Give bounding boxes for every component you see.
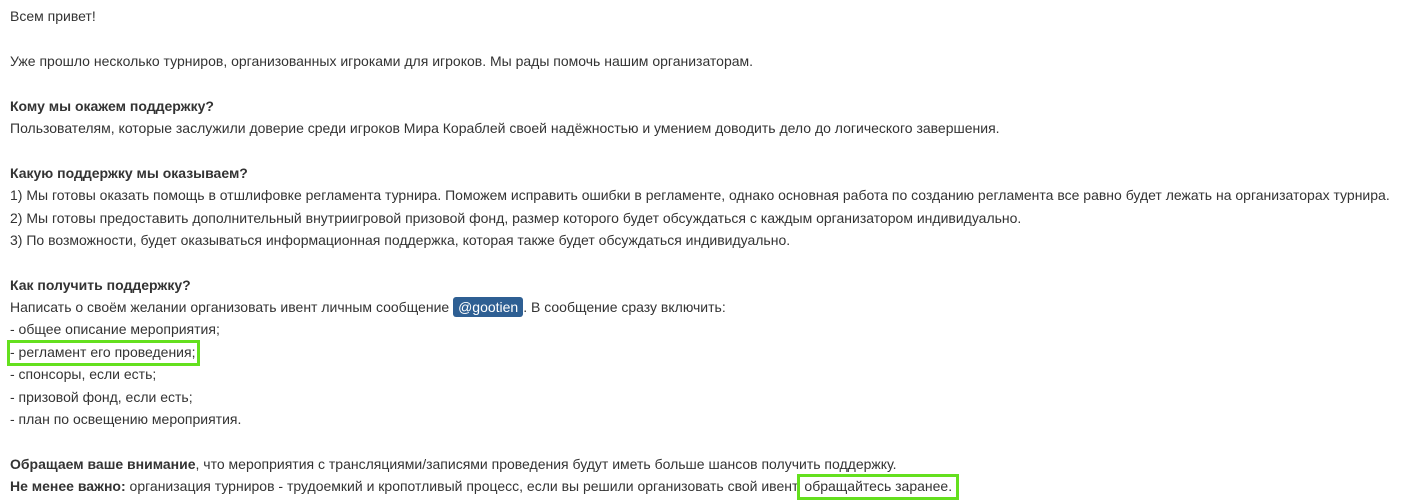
- how-item-2-highlighted: - регламент его проведения;: [6, 339, 201, 366]
- how-text: Написать о своём желании организовать ив…: [10, 296, 1422, 318]
- what-item-1: 1) Мы готовы оказать помощь в отшлифовке…: [10, 187, 1390, 204]
- how-item-2-wrap: - регламент его проведения;: [6, 339, 1422, 366]
- important-note: Не менее важно: организация турниров - т…: [10, 474, 1422, 501]
- who-heading: Кому мы окажем поддержку?: [10, 97, 214, 114]
- post-content: Всем привет! Уже прошло несколько турнир…: [6, 5, 1422, 501]
- important-end-highlighted: обращайтесь заранее.: [797, 474, 960, 501]
- attention-note: Обращаем ваше внимание, что мероприятия …: [10, 453, 1422, 475]
- how-item-3: - спонсоры, если есть;: [10, 366, 157, 383]
- attention-bold: Обращаем ваше внимание: [10, 455, 196, 472]
- how-text-after: . В сообщение сразу включить:: [523, 299, 726, 316]
- important-bold: Не менее важно:: [10, 478, 126, 495]
- user-mention-link[interactable]: @gootien: [453, 297, 524, 318]
- attention-text: , что мероприятия с трансляциями/записям…: [195, 455, 897, 472]
- what-item-3: 3) По возможности, будет оказываться инф…: [10, 231, 791, 248]
- important-text: организация турниров - трудоемкий и кроп…: [125, 478, 799, 495]
- intro-paragraph: Уже прошло несколько турниров, организов…: [10, 52, 754, 69]
- how-heading: Как получить поддержку?: [10, 276, 191, 293]
- how-text-before: Написать о своём желании организовать ив…: [10, 299, 454, 316]
- how-item-5: - план по освещению мероприятия.: [10, 411, 242, 428]
- greeting: Всем привет!: [10, 8, 96, 24]
- what-heading: Какую поддержку мы оказываем?: [10, 164, 248, 181]
- what-item-2: 2) Мы готовы предоставить дополнительный…: [10, 209, 1022, 226]
- who-text: Пользователям, которые заслужили доверие…: [10, 119, 1000, 136]
- how-item-4: - призовой фонд, если есть;: [10, 388, 193, 405]
- how-item-1: - общее описание мероприятия;: [10, 321, 220, 338]
